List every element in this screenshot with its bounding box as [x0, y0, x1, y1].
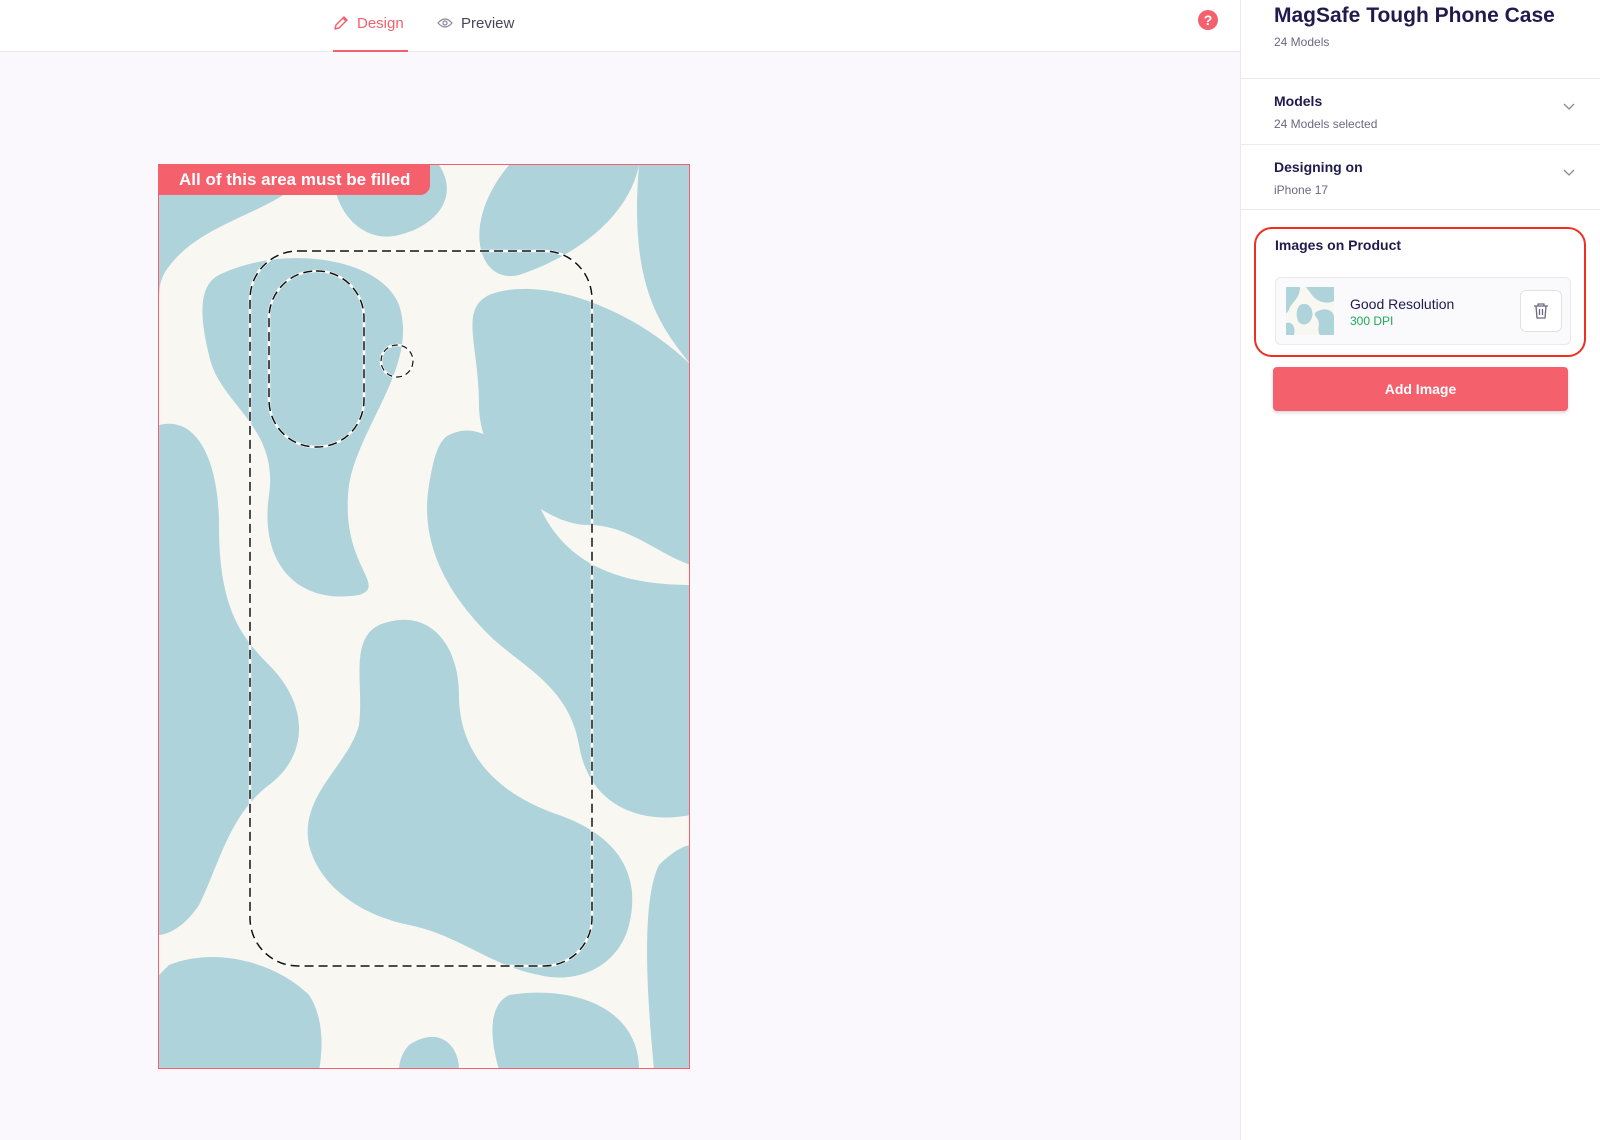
product-title: MagSafe Tough Phone Case	[1274, 4, 1555, 27]
image-resolution-label: Good Resolution	[1350, 296, 1455, 312]
tab-preview[interactable]: Preview	[437, 0, 514, 52]
product-model-count: 24 Models	[1274, 35, 1330, 49]
chevron-down-icon	[1563, 169, 1575, 176]
tab-design[interactable]: Design	[333, 0, 408, 52]
images-on-product-section: Images on Product Good Resolution 300 DP…	[1254, 227, 1586, 357]
image-dpi-value: 300 DPI	[1350, 314, 1394, 328]
models-subtitle: 24 Models selected	[1274, 117, 1378, 131]
tab-design-label: Design	[357, 14, 404, 32]
add-image-button[interactable]: Add Image	[1273, 367, 1568, 411]
fill-area-banner: All of this area must be filled	[159, 165, 431, 195]
eye-icon	[437, 18, 453, 28]
designing-on-dropdown[interactable]: Designing on iPhone 17	[1241, 144, 1600, 210]
image-item[interactable]: Good Resolution 300 DPI	[1275, 277, 1571, 345]
designing-on-title: Designing on	[1274, 159, 1363, 175]
chevron-down-icon	[1563, 103, 1575, 110]
top-bar: Design Preview ?	[0, 0, 1240, 52]
case-outline	[248, 249, 594, 968]
image-thumbnail	[1286, 287, 1334, 335]
delete-image-button[interactable]	[1520, 290, 1562, 332]
product-panel: MagSafe Tough Phone Case 24 Models Model…	[1240, 0, 1600, 1140]
design-canvas[interactable]: All of this area must be filled	[158, 164, 690, 1069]
designing-on-subtitle: iPhone 17	[1274, 183, 1329, 197]
tab-preview-label: Preview	[461, 14, 515, 32]
help-icon[interactable]: ?	[1198, 10, 1218, 30]
trash-icon	[1534, 303, 1548, 319]
models-title: Models	[1274, 93, 1323, 109]
images-section-title: Images on Product	[1275, 237, 1402, 253]
pencil-icon	[334, 16, 348, 30]
models-dropdown[interactable]: Models 24 Models selected	[1241, 78, 1600, 144]
